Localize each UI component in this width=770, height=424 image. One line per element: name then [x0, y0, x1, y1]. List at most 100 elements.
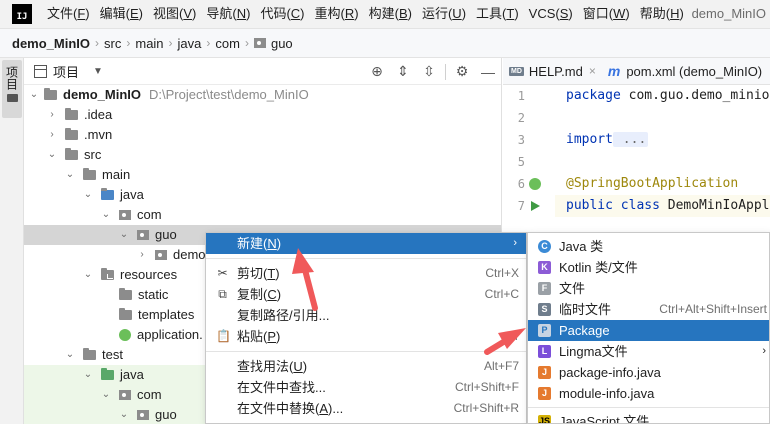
breadcrumb: demo_MinIO › src › main › java › com › g… [0, 28, 770, 58]
tab-help-md[interactable]: MD HELP.md × [503, 58, 602, 84]
menu-item-copy-path[interactable]: 复制路径/引用... [206, 305, 526, 326]
tree-row-src[interactable]: ⌄ src [24, 145, 501, 165]
package-icon: P [538, 324, 551, 337]
menu-refactor[interactable]: 重构(R) [310, 0, 364, 28]
breadcrumb-guo[interactable]: guo [271, 36, 293, 51]
chevron-down-icon[interactable]: ⌄ [46, 145, 58, 165]
maven-icon: m [607, 63, 621, 79]
package-icon [119, 390, 131, 400]
test-folder-icon [101, 368, 114, 380]
tab-pom-xml[interactable]: m pom.xml (demo_MinIO) [602, 58, 768, 84]
shortcut-label: Ctrl+X [485, 266, 519, 280]
tree-row-mvn[interactable]: › .mvn [24, 125, 501, 145]
menu-navigate[interactable]: 导航(N) [201, 0, 255, 28]
chevron-down-icon[interactable]: ⌄ [64, 345, 76, 365]
menu-item-cut[interactable]: ✂ 剪切(T) Ctrl+X [206, 263, 526, 284]
chevron-right-icon[interactable]: › [46, 105, 58, 125]
hide-icon[interactable]: — [475, 64, 501, 80]
collapse-all-icon[interactable]: ⇳ [416, 63, 442, 80]
tree-row-java[interactable]: ⌄ java [24, 185, 501, 205]
chevron-right-icon: › [244, 36, 249, 50]
submenu-item-module-info[interactable]: J module-info.java [528, 383, 769, 404]
chevron-down-icon[interactable]: ⌄ [82, 265, 94, 285]
chevron-down-icon[interactable]: ⌄ [100, 205, 112, 225]
breadcrumb-main[interactable]: main [135, 36, 163, 51]
line-number: 5 [517, 155, 525, 169]
submenu-item-package[interactable]: P Package [528, 320, 769, 341]
project-panel-toolbar: ⊕ ⇕ ⇳ ⚙ — [364, 58, 501, 85]
shortcut-label: Alt+F7 [483, 359, 519, 373]
tree-label: demo [173, 247, 206, 262]
toolbar-divider [445, 63, 446, 80]
menu-window[interactable]: 窗口(W) [578, 0, 635, 28]
menu-run[interactable]: 运行(U) [417, 0, 471, 28]
tree-label: java [120, 187, 144, 202]
locate-icon[interactable]: ⊕ [364, 63, 390, 80]
submenu-item-kotlin[interactable]: K Kotlin 类/文件 [528, 257, 769, 278]
menu-file[interactable]: 文件(F) [42, 0, 95, 28]
menu-view[interactable]: 视图(V) [148, 0, 201, 28]
line-number: 2 [517, 111, 525, 125]
chevron-right-icon: › [95, 36, 100, 50]
folder-icon [65, 128, 78, 140]
run-icon[interactable] [531, 201, 540, 211]
submenu-item-package-info[interactable]: J package-info.java [528, 362, 769, 383]
chevron-down-icon[interactable]: ⌄ [28, 85, 40, 105]
package-icon [155, 250, 167, 260]
code-line-1: package com.guo.demo_minio [566, 88, 770, 103]
chevron-down-icon[interactable]: ⌄ [82, 365, 94, 385]
chevron-down-icon[interactable]: ⌄ [64, 165, 76, 185]
tree-label: test [102, 347, 123, 362]
chevron-down-icon[interactable]: ⌄ [118, 405, 130, 424]
tree-root-path: D:\Project\test\demo_MinIO [149, 87, 309, 102]
menu-item-new[interactable]: 新建(N) › [206, 233, 526, 254]
spring-bean-icon[interactable] [529, 178, 541, 190]
project-view-icon [34, 64, 47, 78]
tree-label: guo [155, 227, 177, 242]
stripe-tab-project[interactable]: 项目 [2, 60, 22, 118]
tree-row-main[interactable]: ⌄ main [24, 165, 501, 185]
submenu-item-lingma[interactable]: L Lingma文件 › [528, 341, 769, 362]
breadcrumb-java[interactable]: java [178, 36, 202, 51]
submenu-item-file[interactable]: F 文件 [528, 278, 769, 299]
chevron-down-icon[interactable]: ⌄ [82, 185, 94, 205]
menu-item-find-usages[interactable]: 查找用法(U) Alt+F7 [206, 356, 526, 377]
close-icon[interactable]: × [589, 64, 596, 78]
chevron-right-icon: › [168, 36, 173, 50]
expand-all-icon[interactable]: ⇕ [390, 63, 416, 80]
folder-icon [119, 308, 132, 320]
intellij-logo-icon[interactable]: IJ [12, 4, 32, 24]
menu-item-copy[interactable]: ⧉ 复制(C) Ctrl+C [206, 284, 526, 305]
menu-code[interactable]: 代码(C) [255, 0, 309, 28]
line-number: 3 [517, 133, 525, 147]
chevron-right-icon[interactable]: › [136, 245, 148, 265]
gear-icon[interactable]: ⚙ [449, 63, 475, 80]
tree-row-idea[interactable]: › .idea [24, 105, 501, 125]
submenu-item-java-class[interactable]: C Java 类 [528, 236, 769, 257]
menu-tools[interactable]: 工具(T) [471, 0, 524, 28]
breadcrumb-project[interactable]: demo_MinIO [12, 36, 90, 51]
submenu-item-javascript[interactable]: JS JavaScript 文件 [528, 411, 769, 423]
chevron-right-icon: › [206, 36, 211, 50]
line-number: 1 [517, 89, 525, 103]
menu-item-replace-in-files[interactable]: 在文件中替换(A)... Ctrl+Shift+R [206, 398, 526, 419]
project-panel-title[interactable]: 项目 [53, 62, 79, 81]
chevron-down-icon[interactable]: ⌄ [118, 225, 130, 245]
menu-item-find-in-files[interactable]: 在文件中查找... Ctrl+Shift+F [206, 377, 526, 398]
chevron-right-icon[interactable]: › [46, 125, 58, 145]
tree-label: com [137, 387, 162, 402]
menu-vcs[interactable]: VCS(S) [524, 0, 578, 28]
tree-row-com[interactable]: ⌄ com [24, 205, 501, 225]
submenu-item-scratch[interactable]: S 临时文件 Ctrl+Alt+Shift+Insert [528, 299, 769, 320]
breadcrumb-src[interactable]: src [104, 36, 121, 51]
tree-label: java [120, 367, 144, 382]
tree-row-root[interactable]: ⌄ demo_MinIO D:\Project\test\demo_MinIO [24, 85, 501, 105]
shortcut-label: Ctrl+Shift+R [453, 401, 519, 415]
menu-build[interactable]: 构建(B) [364, 0, 417, 28]
menu-edit[interactable]: 编辑(E) [95, 0, 148, 28]
chevron-down-icon[interactable]: ▼ [93, 66, 103, 77]
breadcrumb-com[interactable]: com [215, 36, 240, 51]
chevron-down-icon[interactable]: ⌄ [100, 385, 112, 405]
menu-help[interactable]: 帮助(H) [635, 0, 689, 28]
menu-item-paste[interactable]: 📋 粘贴(P) Ctr [206, 326, 526, 347]
